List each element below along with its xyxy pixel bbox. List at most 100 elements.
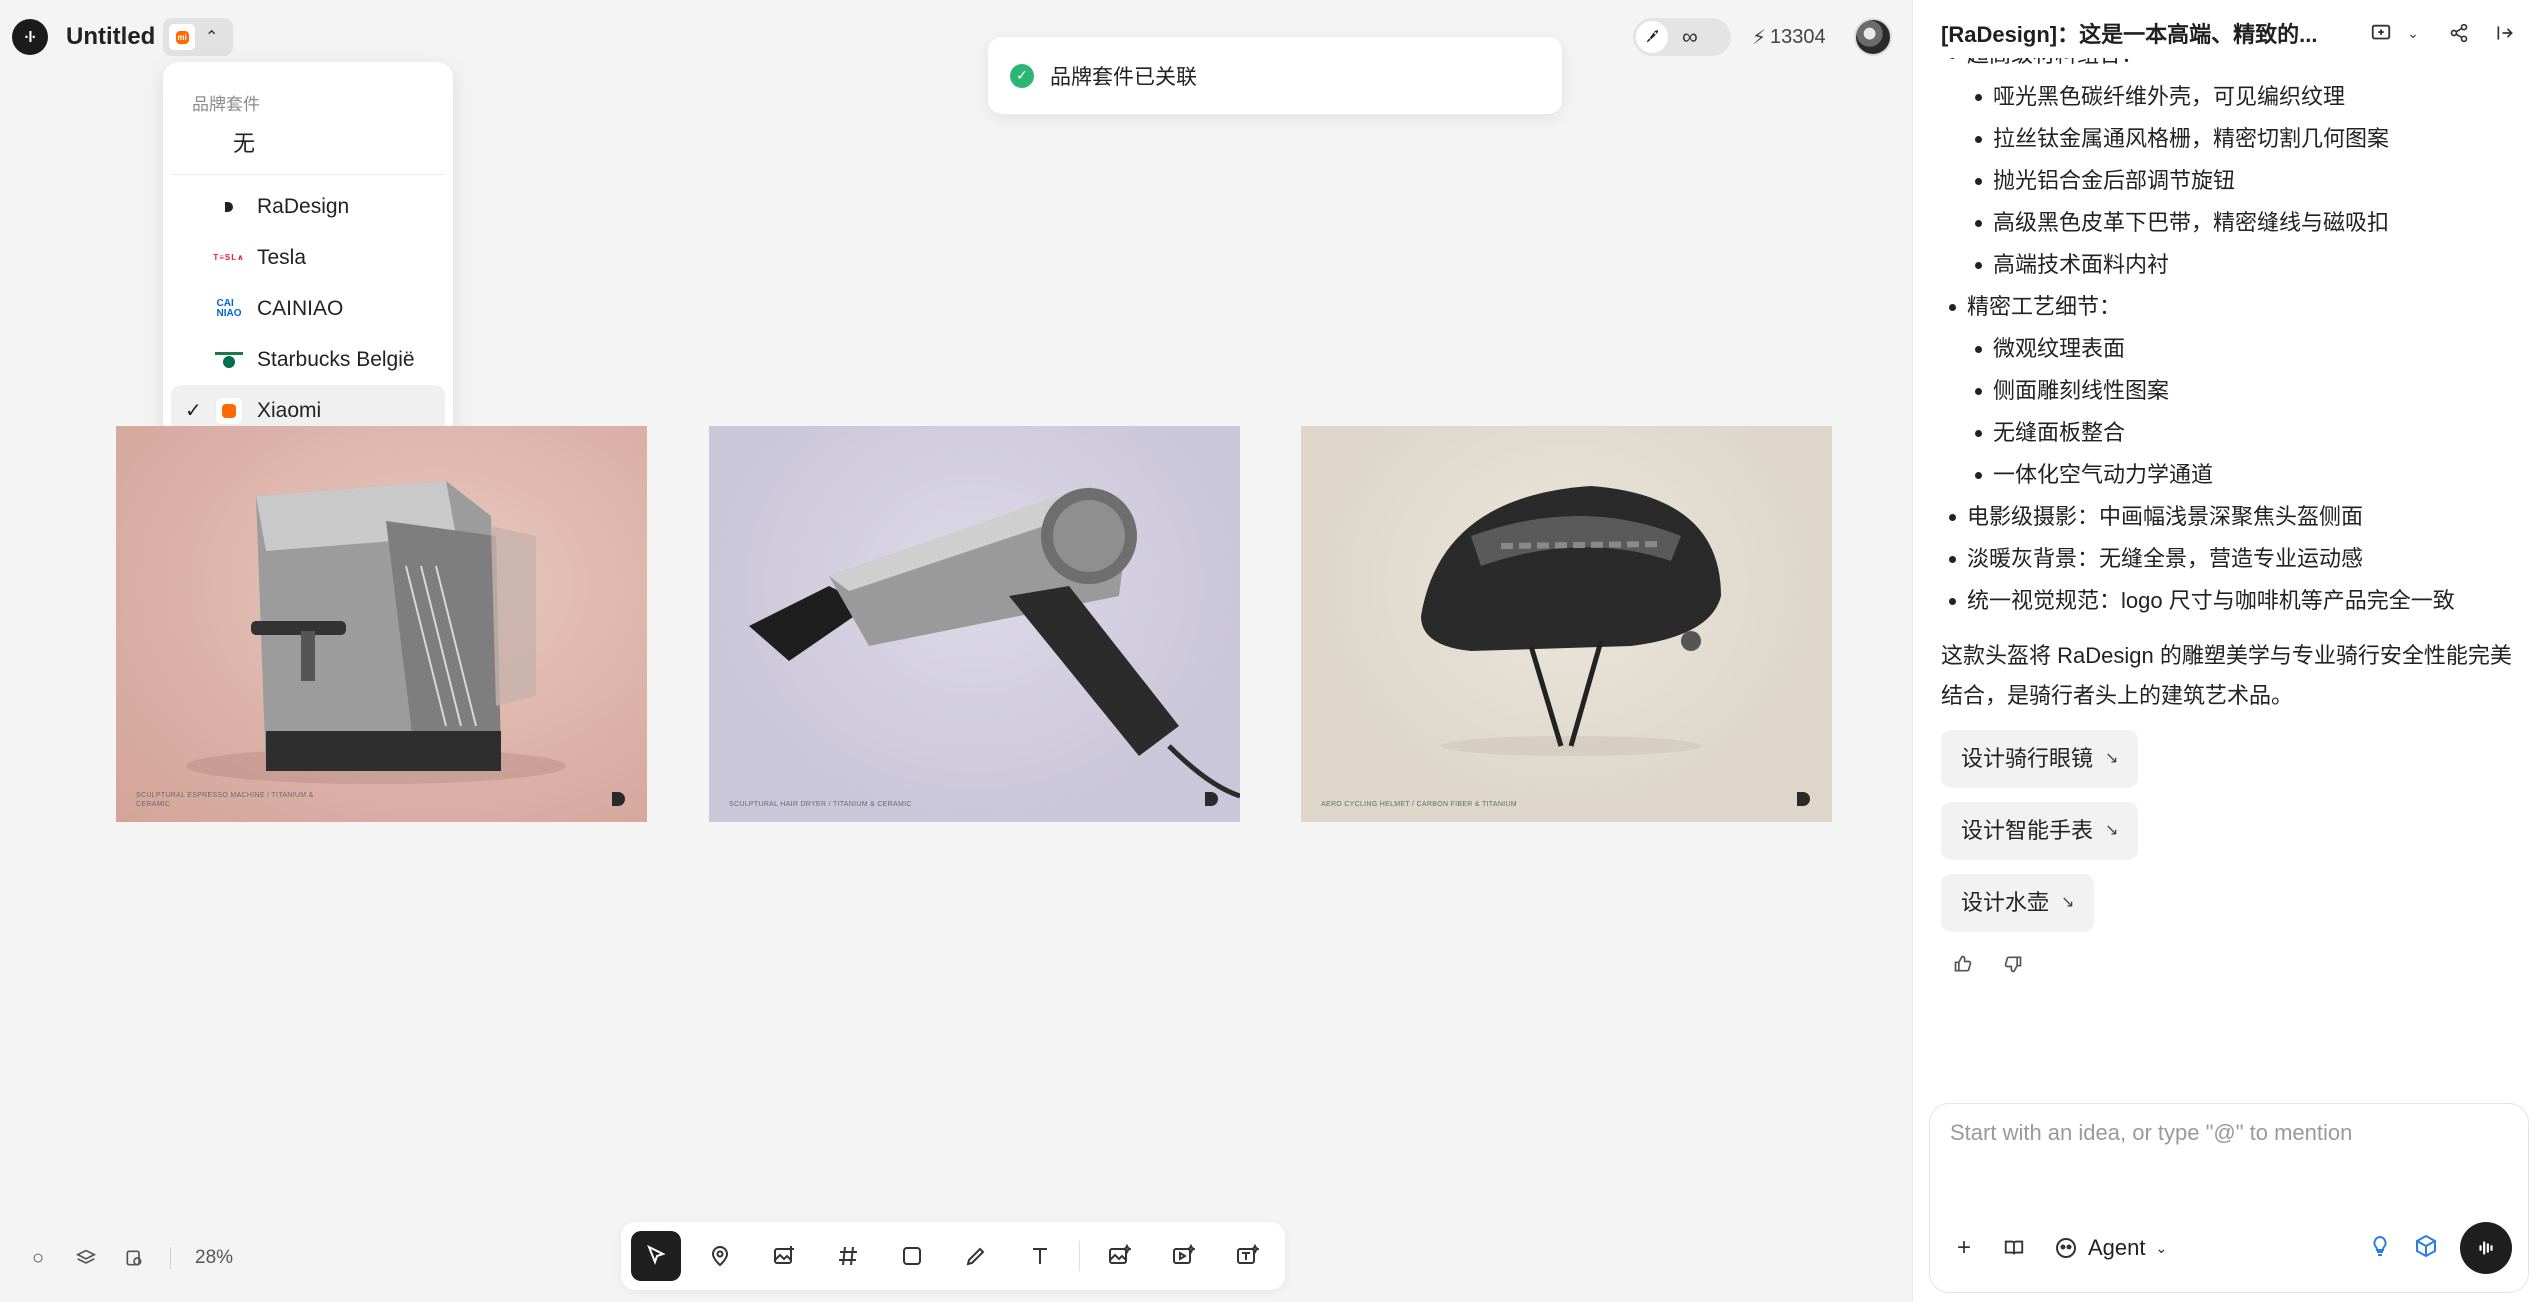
- cube-icon[interactable]: [2414, 1234, 2438, 1263]
- list-item: 淡暖灰背景：无缝全景，营造专业运动感: [1941, 538, 2521, 580]
- frame-tool[interactable]: [823, 1231, 873, 1281]
- chevron-down-icon: ⌄: [2155, 1239, 2168, 1256]
- cursor-icon: [647, 1244, 666, 1265]
- agent-selector[interactable]: Agent ⌄: [2054, 1235, 2167, 1261]
- suggestion-chip[interactable]: 设计骑行眼镜 ↘: [1941, 730, 2139, 788]
- text-icon: [1033, 1248, 1047, 1264]
- brand-option-starbucks[interactable]: Starbucks België: [171, 334, 445, 385]
- zoom-level[interactable]: 28%: [195, 1247, 233, 1269]
- list-item: 侧面雕刻线性图案: [1941, 370, 2521, 412]
- composer-toolbar: + Agent ⌄: [1946, 1220, 2512, 1276]
- app-logo-button[interactable]: ·l·: [12, 19, 48, 55]
- list-item: 微观纹理表面: [1941, 328, 2521, 370]
- check-circle-icon: ✓: [1010, 63, 1034, 88]
- xiaomi-logo-icon: [213, 395, 245, 427]
- xiaomi-logo-icon: mi: [169, 24, 195, 50]
- brand-option-label: RaDesign: [257, 194, 350, 218]
- list-item: 精密工艺细节：: [1941, 286, 2521, 328]
- dropdown-divider: [171, 174, 445, 175]
- list-item: 电影级摄影：中画幅浅景深聚焦头盔侧面: [1941, 496, 2521, 538]
- chat-input[interactable]: [1950, 1120, 2510, 1146]
- canvas-area[interactable]: ·l· Untitled mi ⌃ 品牌套件 无 RaDesign T≡SL∧ …: [0, 0, 1912, 1302]
- pen-tool[interactable]: [951, 1231, 1001, 1281]
- cycling-helmet-image: [1421, 486, 1721, 756]
- new-chat-icon[interactable]: [2368, 20, 2394, 46]
- brand-kit-dropdown: 品牌套件 无 RaDesign T≡SL∧ Tesla CAI NIAO CAIN…: [163, 62, 453, 438]
- hash-icon: [839, 1246, 857, 1266]
- product-card-espresso[interactable]: SCULPTURAL ESPRESSO MACHINE / TITANIUM &…: [116, 426, 647, 822]
- share-icon[interactable]: [2446, 20, 2472, 46]
- arrow-down-right-icon: ↘: [2061, 894, 2075, 911]
- app-root: ·l· Untitled mi ⌃ 品牌套件 无 RaDesign T≡SL∧ …: [0, 0, 2538, 1302]
- hair-dryer-image: [749, 486, 1240, 799]
- brand-kit-toggle[interactable]: mi ⌃: [163, 18, 233, 56]
- image-sparkle-icon: [1109, 1244, 1131, 1264]
- list-item: 抛光铝合金后部调节旋钮: [1941, 160, 2521, 202]
- lightbulb-icon[interactable]: [2368, 1234, 2392, 1263]
- layers-icon[interactable]: [74, 1246, 98, 1270]
- card-caption: SCULPTURAL HAIR DRYER / TITANIUM & CERAM…: [729, 801, 912, 808]
- square-icon: [903, 1247, 921, 1265]
- chat-composer: + Agent ⌄: [1929, 1103, 2529, 1293]
- message-content: 超高级材料组合： 哑光黑色碳纤维外壳，可见编织纹理 拉丝钛金属通风格栅，精密切割…: [1941, 58, 2521, 976]
- video-sparkle-icon: [1173, 1244, 1195, 1264]
- circle-icon[interactable]: ○: [26, 1246, 50, 1270]
- plus-icon[interactable]: +: [1946, 1230, 1982, 1266]
- lightning-icon: ⚡︎: [1752, 26, 1767, 49]
- shape-tool[interactable]: [887, 1231, 937, 1281]
- text-tool[interactable]: [1015, 1231, 1065, 1281]
- waveform-icon: [2479, 1241, 2493, 1255]
- select-tool[interactable]: [631, 1231, 681, 1281]
- cainiao-logo-icon: CAI NIAO: [216, 297, 242, 319]
- book-icon[interactable]: [1996, 1230, 2032, 1266]
- starbucks-logo-icon: [213, 344, 245, 376]
- brand-option-none[interactable]: 无: [171, 118, 445, 170]
- thumbs-down-icon[interactable]: [2001, 952, 2025, 976]
- pencil-icon: [966, 1247, 985, 1266]
- chevron-down-icon[interactable]: ⌄: [2400, 20, 2426, 46]
- ai-text-tool[interactable]: [1222, 1231, 1272, 1281]
- list-item: 拉丝钛金属通风格栅，精密切割几何图案: [1941, 118, 2521, 160]
- ai-video-tool[interactable]: [1158, 1231, 1208, 1281]
- chevron-up-icon: ⌃: [205, 29, 219, 46]
- list-item: 超高级材料组合：: [1941, 58, 2521, 76]
- suggestion-chip[interactable]: 设计智能手表 ↘: [1941, 802, 2139, 860]
- canvas-toolbar: [621, 1222, 1285, 1290]
- brand-option-label: Tesla: [257, 245, 307, 269]
- collapse-panel-icon[interactable]: [2492, 20, 2518, 46]
- pin-tool[interactable]: [695, 1231, 745, 1281]
- text-sparkle-icon: [1237, 1244, 1259, 1264]
- brand-option-label: Starbucks België: [257, 347, 415, 371]
- voice-button[interactable]: [2460, 1222, 2512, 1274]
- panel-actions: ⌄: [2368, 20, 2518, 46]
- success-toast: ✓ 品牌套件已关联: [988, 37, 1562, 114]
- product-card-helmet[interactable]: AERO CYCLING HELMET / CARBON FIBER & TIT…: [1301, 426, 1832, 822]
- brand-option-label: Xiaomi: [257, 398, 322, 422]
- document-title[interactable]: Untitled: [66, 21, 155, 53]
- list-item: 一体化空气动力学通道: [1941, 454, 2521, 496]
- suggestion-chip[interactable]: 设计水壶 ↘: [1941, 874, 2095, 932]
- agent-icon: [2056, 1238, 2076, 1258]
- credits-value: 13304: [1770, 25, 1826, 48]
- brand-option-cainiao[interactable]: CAI NIAO CAINIAO: [171, 283, 445, 334]
- assets-icon[interactable]: [122, 1246, 146, 1270]
- tesla-logo-icon: T≡SL∧: [213, 253, 245, 262]
- ai-image-tool[interactable]: [1094, 1231, 1144, 1281]
- launch-group: ∞: [1633, 18, 1731, 56]
- credits-counter[interactable]: ⚡︎ 13304: [1752, 22, 1826, 52]
- infinity-icon[interactable]: ∞: [1682, 24, 1698, 50]
- list-item: 高端技术面料内衬: [1941, 244, 2521, 286]
- panel-title: [RaDesign]：这是一本高端、精致的...: [1941, 22, 2318, 47]
- user-avatar[interactable]: [1854, 18, 1892, 56]
- image-upload-icon: [774, 1246, 794, 1264]
- brand-option-tesla[interactable]: T≡SL∧ Tesla: [171, 232, 445, 283]
- card-caption: SCULPTURAL ESPRESSO MACHINE / TITANIUM &…: [136, 792, 314, 808]
- rocket-icon[interactable]: [1636, 21, 1668, 53]
- list-item: 高级黑色皮革下巴带，精密缝线与磁吸扣: [1941, 202, 2521, 244]
- upload-image-tool[interactable]: [759, 1231, 809, 1281]
- product-card-hairdryer[interactable]: SCULPTURAL HAIR DRYER / TITANIUM & CERAM…: [709, 426, 1240, 822]
- list-item: 哑光黑色碳纤维外壳，可见编织纹理: [1941, 76, 2521, 118]
- toast-message: 品牌套件已关联: [1050, 65, 1197, 89]
- brand-option-radesign[interactable]: RaDesign: [171, 181, 445, 232]
- thumbs-up-icon[interactable]: [1951, 952, 1975, 976]
